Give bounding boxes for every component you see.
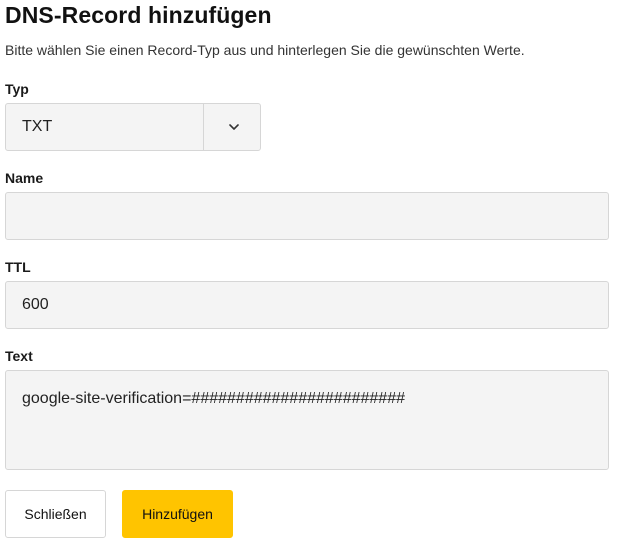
ttl-field[interactable]: 600 [5, 281, 609, 329]
close-button[interactable]: Schließen [5, 490, 106, 538]
type-label: Typ [5, 81, 29, 97]
dialog-subtitle: Bitte wählen Sie einen Record-Typ aus un… [5, 42, 525, 58]
text-label: Text [5, 348, 33, 364]
add-button-label: Hinzufügen [142, 506, 213, 522]
record-type-select[interactable]: TXT [5, 103, 261, 151]
text-value: google-site-verification=###############… [22, 390, 405, 407]
chevron-down-icon[interactable] [228, 121, 240, 133]
dialog-title: DNS-Record hinzufügen [5, 2, 272, 28]
select-divider [203, 104, 204, 150]
ttl-label: TTL [5, 259, 31, 275]
name-field[interactable] [5, 192, 609, 240]
add-button[interactable]: Hinzufügen [122, 490, 233, 538]
record-type-value: TXT [22, 118, 53, 135]
close-button-label: Schließen [24, 506, 87, 522]
name-label: Name [5, 170, 44, 186]
ttl-value: 600 [22, 296, 49, 313]
text-field[interactable]: google-site-verification=###############… [5, 370, 609, 470]
